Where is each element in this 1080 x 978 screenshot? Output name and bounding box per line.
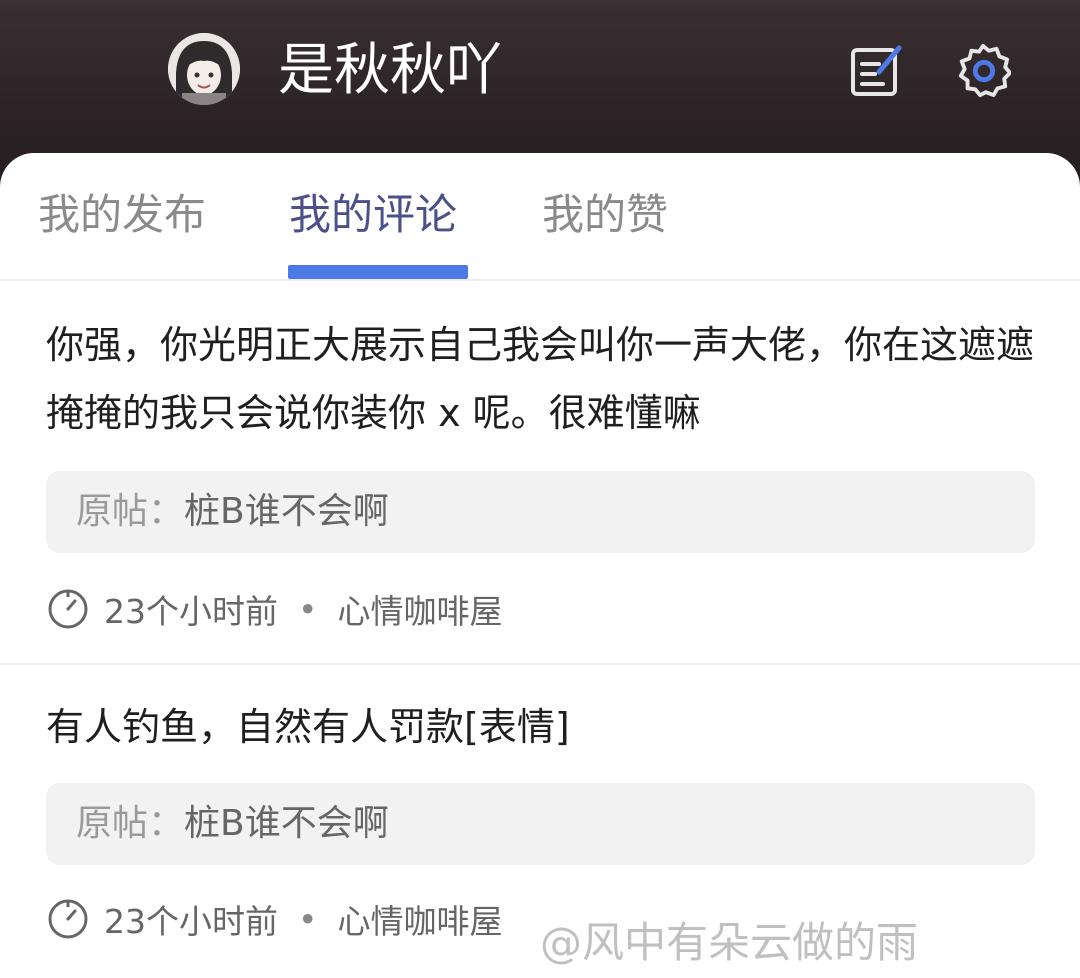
original-post-link[interactable]: 原帖：桩B谁不会啊 (46, 783, 1035, 865)
comment-meta: 23个小时前 • 心情咖啡屋 (46, 895, 502, 943)
avatar[interactable] (168, 33, 240, 105)
clock-icon (48, 589, 88, 629)
original-post-title: 桩B谁不会啊 (184, 491, 389, 532)
watermark: @风中有朵云做的雨 (540, 918, 919, 967)
original-post-label: 原帖： (76, 491, 185, 532)
settings-button[interactable] (955, 40, 1011, 100)
community-name[interactable]: 心情咖啡屋 (337, 895, 502, 943)
edit-button[interactable] (848, 40, 904, 100)
avatar-image (168, 33, 240, 105)
comment-text: 你强，你光明正大展示自己我会叫你一声大佬，你在这遮遮掩掩的我只会说你装你 x 呢… (46, 323, 1035, 435)
gear-icon (958, 43, 1011, 98)
meta-separator: • (298, 589, 318, 629)
content-sheet: 我的发布 我的评论 我的赞 你强，你光明正大展示自己我会叫你一声大佬，你在这遮遮… (0, 153, 1080, 978)
meta-separator: • (298, 899, 318, 939)
clock-icon (48, 899, 88, 939)
original-post-title: 桩B谁不会啊 (184, 803, 389, 844)
community-name[interactable]: 心情咖啡屋 (337, 585, 502, 633)
comment-meta: 23个小时前 • 心情咖啡屋 (46, 585, 502, 633)
comment-time: 23个小时前 (104, 902, 278, 941)
username: 是秋秋吖 (278, 38, 502, 103)
edit-icon (851, 45, 902, 96)
original-post-label: 原帖： (76, 803, 185, 844)
comment-time: 23个小时前 (104, 592, 278, 631)
tab-my-comments[interactable]: 我的评论 (289, 185, 457, 245)
tab-active-indicator (288, 265, 468, 279)
tab-my-likes[interactable]: 我的赞 (542, 185, 668, 245)
tab-bar: 我的发布 我的评论 我的赞 (0, 153, 1080, 281)
original-post-link[interactable]: 原帖：桩B谁不会啊 (46, 471, 1035, 553)
comment-text: 有人钓鱼，自然有人罚款[表情] (46, 705, 570, 749)
tab-my-posts[interactable]: 我的发布 (38, 185, 206, 245)
comment-item[interactable]: 你强，你光明正大展示自己我会叫你一声大佬，你在这遮遮掩掩的我只会说你装你 x 呢… (0, 283, 1080, 663)
